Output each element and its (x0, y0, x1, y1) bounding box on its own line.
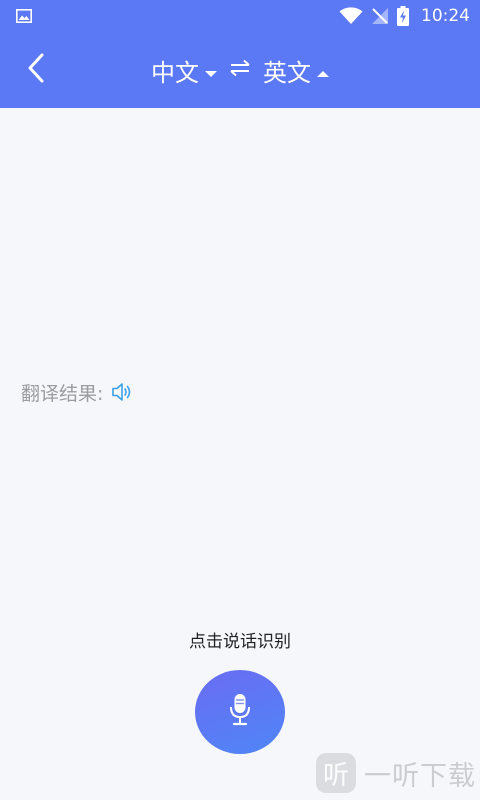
watermark: 听 一听下载 (316, 750, 476, 796)
target-language-label: 英文 (263, 58, 311, 87)
status-bar: 10:24 (0, 0, 480, 32)
gallery-icon (16, 8, 32, 23)
watermark-logo: 听 (316, 753, 356, 793)
target-language-selector[interactable]: 英文 (263, 53, 329, 88)
language-switcher: 中文 英文 (0, 52, 480, 88)
caret-down-icon (205, 56, 217, 84)
speaker-icon[interactable] (111, 382, 133, 402)
translation-result-label: 翻译结果: (21, 382, 104, 405)
microphone-button[interactable] (195, 670, 285, 754)
voice-hint: 点击说话识别 (189, 632, 291, 652)
no-signal-icon (371, 7, 389, 25)
app-header: 10:24 中文 英文 (0, 0, 480, 108)
source-language-selector[interactable]: 中文 (151, 53, 217, 88)
swap-languages-button[interactable] (229, 59, 251, 81)
status-icons: 10:24 (339, 4, 470, 28)
wifi-icon (339, 7, 363, 25)
microphone-icon (229, 693, 251, 731)
battery-charging-icon (397, 6, 409, 26)
nav-bar: 中文 英文 (0, 36, 480, 106)
caret-up-icon (317, 56, 329, 84)
translation-result-row: 翻译结果: (21, 378, 133, 406)
status-time: 10:24 (421, 6, 470, 26)
source-language-label: 中文 (151, 58, 199, 87)
swap-arrows-icon (229, 59, 251, 81)
watermark-text: 一听下载 (364, 760, 476, 792)
